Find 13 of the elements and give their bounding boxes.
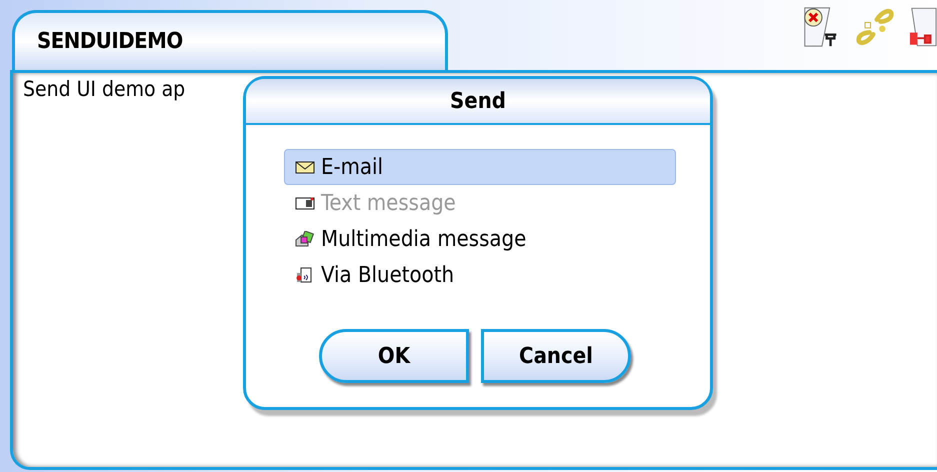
dialog-button[interactable]: OK — [319, 329, 469, 383]
send-option[interactable]: Via Bluetooth — [284, 257, 676, 293]
message-card-icon — [295, 195, 315, 211]
body-text: Send UI demo ap — [23, 77, 186, 101]
envelope-pictures-icon — [295, 231, 315, 247]
battery-charging-icon — [909, 6, 937, 48]
send-option[interactable]: Multimedia message — [284, 221, 676, 257]
envelope-icon — [295, 159, 315, 175]
send-option[interactable]: E-mail — [284, 149, 676, 185]
dialog-title: Send — [450, 88, 506, 114]
app-title: SENDUIDEMO — [37, 29, 183, 54]
link-icon — [855, 6, 895, 48]
dialog-button[interactable]: Cancel — [481, 329, 631, 383]
